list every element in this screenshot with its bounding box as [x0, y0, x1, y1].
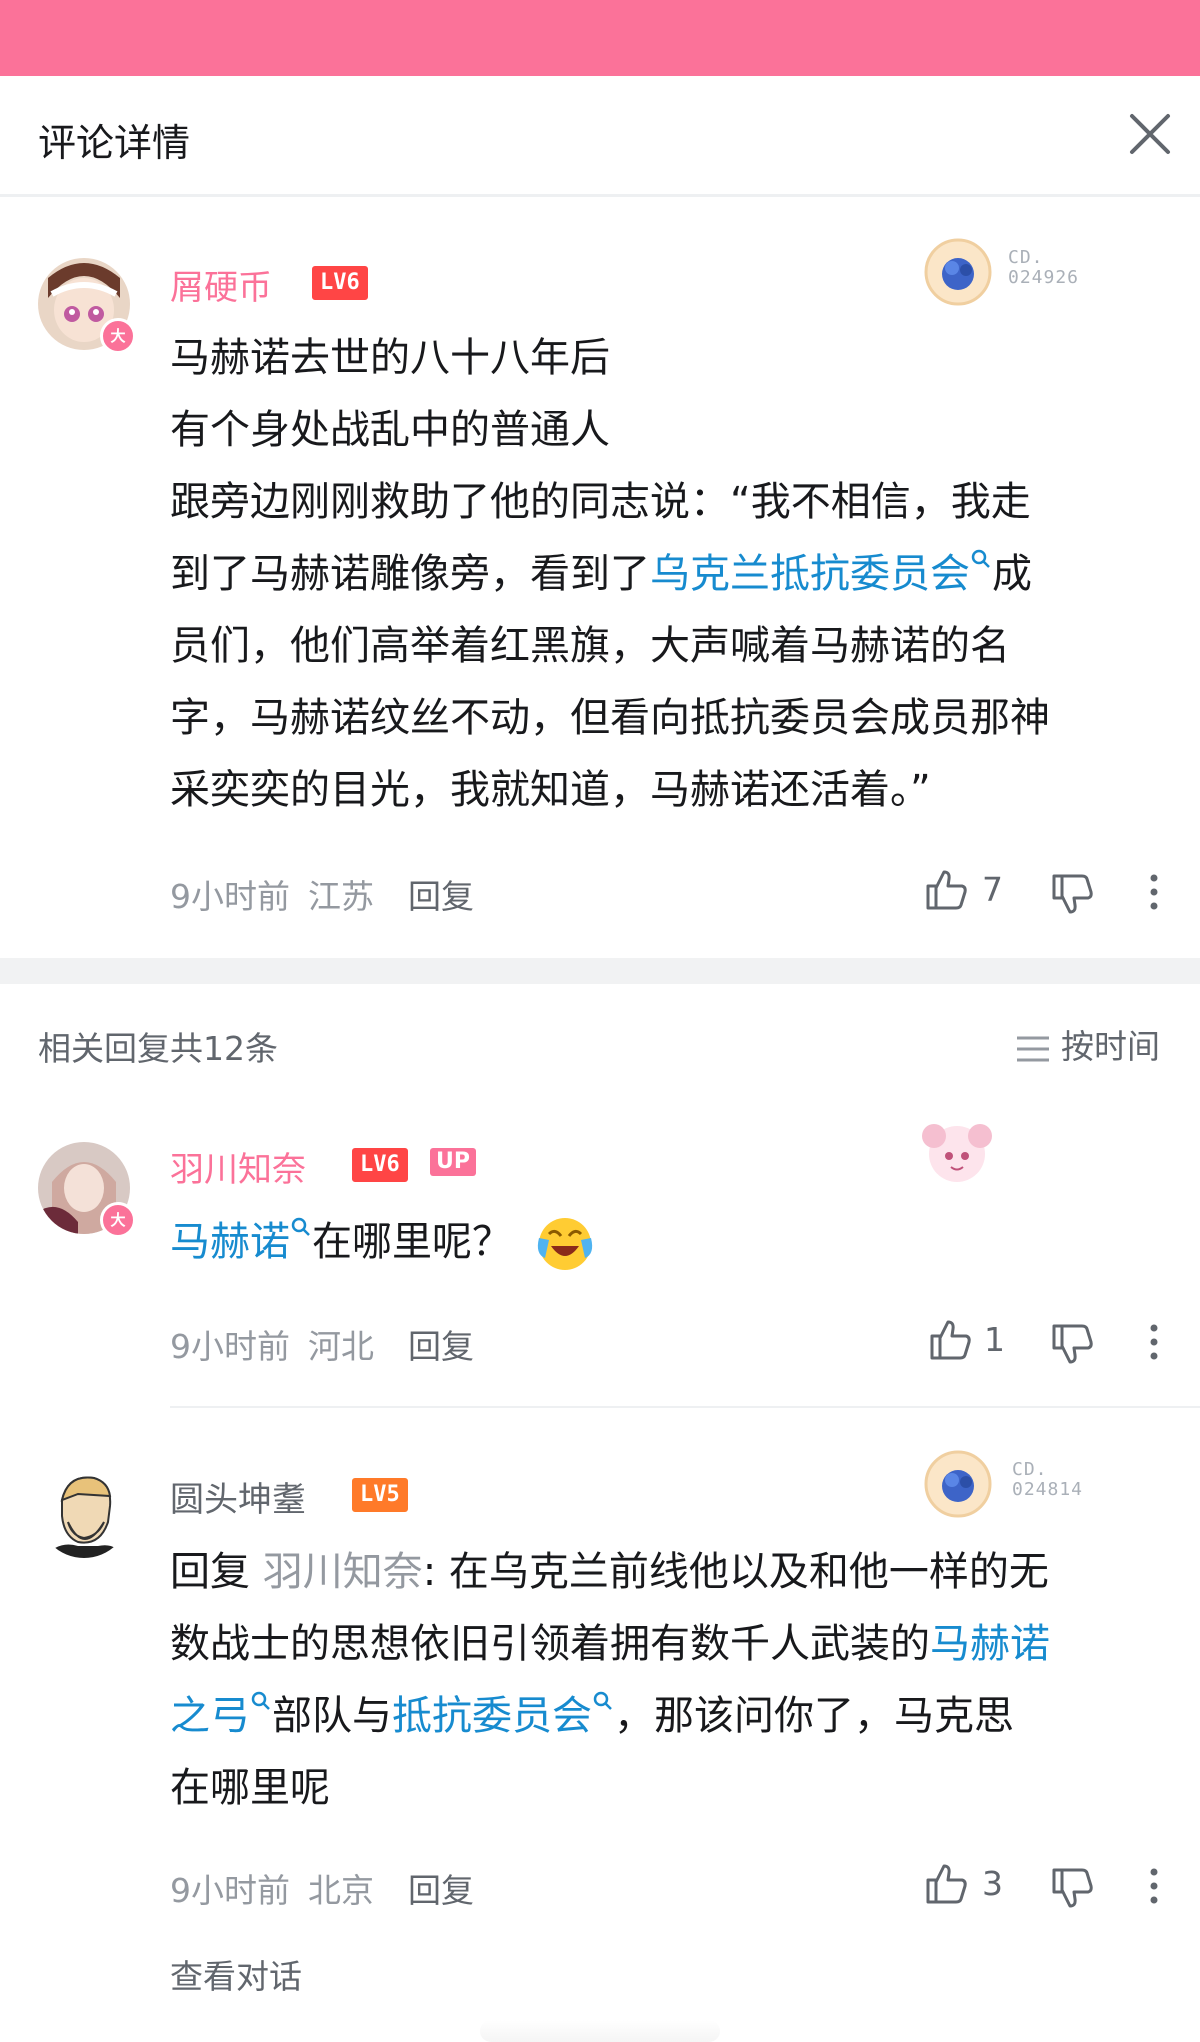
up-badge: UP	[430, 1148, 476, 1176]
decoration-card-icon	[924, 238, 992, 306]
thumbs-down-icon[interactable]	[1050, 872, 1094, 916]
replies-count: 相关回复共12条	[38, 1029, 278, 1068]
reply-button[interactable]: 回复	[408, 870, 474, 918]
username[interactable]: 屑硬币	[170, 260, 272, 309]
reply-line: 数战士的思想依旧引领着拥有数千人武装的马赫诺	[170, 1621, 1050, 1667]
fan-badge: 大	[100, 318, 136, 354]
username[interactable]: 羽川知奈	[170, 1142, 306, 1191]
like-count: 7	[982, 870, 1003, 909]
more-icon[interactable]	[1144, 1322, 1164, 1362]
decoration-sticker-icon	[922, 1124, 992, 1182]
reply-button[interactable]: 回复	[408, 1320, 474, 1368]
comment-line: 到了马赫诺雕像旁，看到了乌克兰抵抗委员会成	[170, 538, 1170, 610]
search-link[interactable]: 乌克兰抵抗委员会	[650, 549, 992, 597]
reply-text: 回复 羽川知奈: 在乌克兰前线他以及和他一样的无 数战士的思想依旧引领着拥有数千…	[170, 1536, 1180, 1824]
section-separator	[0, 958, 1200, 984]
reply-line: 回复 羽川知奈: 在乌克兰前线他以及和他一样的无	[170, 1549, 1049, 1595]
search-link[interactable]: 之弓	[170, 1691, 272, 1739]
thumbs-down-icon[interactable]	[1050, 1322, 1094, 1366]
divider	[170, 1406, 1200, 1408]
page-title: 评论详情	[38, 121, 191, 165]
comment-line: 采奕奕的目光，我就知道，马赫诺还活着。”	[170, 767, 931, 813]
avatar[interactable]	[38, 1466, 130, 1558]
search-link[interactable]: 马赫诺	[930, 1621, 1050, 1667]
bottom-fade	[480, 2020, 720, 2042]
comment-time: 9小时前	[170, 1871, 290, 1910]
fan-badge: 大	[100, 1202, 136, 1238]
comment-line: 员们，他们高举着红黑旗，大声喊着马赫诺的名	[170, 623, 1010, 669]
comment-time: 9小时前	[170, 1327, 290, 1366]
more-icon[interactable]	[1144, 1866, 1164, 1906]
search-icon	[971, 549, 990, 568]
sort-icon	[1017, 1036, 1049, 1061]
like-count: 3	[982, 1864, 1003, 1903]
thumbs-down-icon[interactable]	[1050, 1866, 1094, 1910]
search-icon	[291, 1217, 310, 1236]
level-badge: LV5	[352, 1478, 408, 1512]
level-badge: LV6	[312, 266, 368, 300]
search-icon	[251, 1691, 270, 1710]
decoration-number: CD. 024814	[1012, 1459, 1084, 1500]
reply-line: 之弓 部队与抵抗委员会 ，那该问你了，马克思	[170, 1680, 1180, 1752]
decoration-card-icon	[924, 1450, 992, 1518]
level-badge: LV6	[352, 1148, 408, 1182]
laughing-crying-emoji-icon	[537, 1218, 592, 1270]
username[interactable]: 圆头坤耋	[170, 1472, 306, 1521]
comment-location: 河北	[308, 1327, 374, 1366]
comment-location: 北京	[308, 1871, 374, 1910]
search-link[interactable]: 马赫诺	[170, 1217, 312, 1265]
comment-text: 马赫诺去世的八十八年后 有个身处战乱中的普通人 跟旁边刚刚救助了他的同志说：“我…	[170, 322, 1170, 826]
thumbs-up-icon[interactable]	[928, 1318, 972, 1362]
reply-text: 马赫诺 在哪里呢？	[170, 1206, 595, 1278]
comment-line: 字，马赫诺纹丝不动，但看向抵抗委员会成员那神	[170, 695, 1050, 741]
sort-button[interactable]: 按时间	[1015, 1020, 1160, 1068]
decoration-number: CD. 024926	[1008, 247, 1080, 288]
reply-line: 在哪里呢	[170, 1765, 330, 1811]
view-conversation-link[interactable]: 查看对话	[170, 1950, 302, 1998]
header: 评论详情	[0, 76, 1200, 197]
comment-location: 江苏	[308, 877, 374, 916]
status-bar	[0, 0, 1200, 76]
search-link[interactable]: 抵抗委员会	[392, 1691, 614, 1739]
more-icon[interactable]	[1144, 872, 1164, 912]
thumbs-up-icon[interactable]	[924, 868, 968, 912]
thumbs-up-icon[interactable]	[924, 1862, 968, 1906]
like-count: 1	[984, 1320, 1005, 1359]
comment-line: 跟旁边刚刚救助了他的同志说：“我不相信，我走	[170, 479, 1031, 525]
search-icon	[593, 1691, 612, 1710]
reply-button[interactable]: 回复	[408, 1864, 474, 1912]
close-icon[interactable]	[1122, 106, 1178, 162]
comment-line: 马赫诺去世的八十八年后	[170, 335, 610, 381]
reply-to-user[interactable]: 羽川知奈	[263, 1549, 423, 1595]
comment-line: 有个身处战乱中的普通人	[170, 407, 610, 453]
comment-time: 9小时前	[170, 877, 290, 916]
